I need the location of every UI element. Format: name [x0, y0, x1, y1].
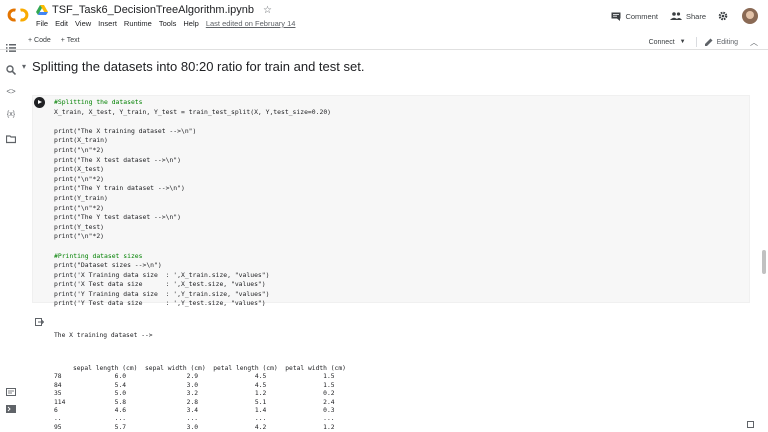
chevron-up-icon[interactable]: ︿	[750, 37, 758, 48]
people-icon	[669, 12, 682, 20]
toolbar-divider	[695, 37, 697, 47]
menu-tools[interactable]: Tools	[159, 19, 177, 28]
gear-icon	[718, 11, 728, 21]
variables-icon[interactable]: {x}	[6, 110, 16, 120]
menu-help[interactable]: Help	[183, 19, 198, 28]
connect-label: Connect	[648, 38, 675, 46]
left-sidebar: <> {x}	[0, 34, 22, 432]
table-row: 6 4.6 3.4 1.4 0.3	[54, 407, 335, 415]
avatar[interactable]	[742, 8, 758, 24]
comment-icon	[611, 12, 621, 21]
settings-button[interactable]	[718, 11, 732, 21]
run-cell-button[interactable]	[34, 97, 45, 108]
output-arrow-icon[interactable]	[35, 318, 44, 326]
code-line: print(X_test)	[54, 165, 105, 174]
add-code-button[interactable]: + Code	[28, 37, 51, 44]
code-line: #Printing dataset sizes	[54, 251, 143, 260]
chevron-down-icon: ▼	[679, 39, 686, 45]
code-line: print("Dataset sizes -->\n")	[54, 261, 162, 270]
folder-icon[interactable]	[6, 134, 16, 144]
output-table-header: sepal length (cm) sepal width (cm) petal…	[54, 365, 346, 373]
menu-file[interactable]: File	[36, 19, 48, 28]
menu-edit[interactable]: Edit	[55, 19, 68, 28]
code-editor[interactable]: #Splitting the datasets X_train, X_test, …	[54, 98, 331, 309]
last-edited-link[interactable]: Last edited on February 14	[206, 19, 296, 28]
table-row: 78 6.0 2.9 4.5 1.5	[54, 373, 335, 381]
code-line: #Splitting the datasets	[54, 98, 143, 106]
section-heading-text: Splitting the datasets into 80:20 ratio …	[32, 59, 365, 74]
header-actions: Comment Share	[599, 8, 758, 24]
code-line: X_train, X_test, Y_train, Y_test = train…	[54, 107, 332, 116]
app-header: TSF_Task6_DecisionTreeAlgorithm.ipynb ☆ …	[0, 0, 768, 34]
editing-mode-button[interactable]: Editing	[704, 38, 738, 46]
runtime-controls: Connect ▼ Editing	[649, 37, 738, 47]
code-line: print('X Test data size : ',X_test.size,…	[54, 280, 266, 289]
table-row: 114 5.8 2.8 5.1 2.4	[54, 398, 335, 406]
comment-label: Comment	[625, 11, 658, 21]
table-row: 35 5.0 3.2 1.2 0.2	[54, 390, 335, 398]
notebook-title[interactable]: TSF_Task6_DecisionTreeAlgorithm.ipynb	[52, 4, 254, 16]
notebook-title-row: TSF_Task6_DecisionTreeAlgorithm.ipynb ☆	[36, 3, 272, 17]
collapse-caret-icon[interactable]: ▾	[22, 62, 26, 71]
command-palette-icon[interactable]	[6, 405, 16, 413]
output-table: sepal length (cm) sepal width (cm) petal…	[54, 365, 754, 432]
share-button[interactable]: Share	[669, 11, 706, 21]
notebook-toolbar: + Code + Text Connect ▼ Editing ︿	[0, 34, 768, 50]
section-heading[interactable]: ▾ Splitting the datasets into 80:20 rati…	[22, 59, 364, 74]
comment-button[interactable]: Comment	[611, 12, 658, 21]
table-row: 84 5.4 3.0 4.5 1.5	[54, 381, 335, 389]
menu-bar: File Edit View Insert Runtime Tools Help…	[36, 19, 295, 28]
code-line: print("\n"*2)	[54, 174, 105, 183]
notebook-content: ▾ Splitting the datasets into 80:20 rati…	[22, 51, 760, 432]
menu-insert[interactable]: Insert	[98, 19, 117, 28]
code-line: print('X Training data size : ',X_train.…	[54, 270, 270, 279]
insert-controls: + Code + Text	[28, 37, 90, 44]
cell-output: The X training dataset --> sepal length …	[54, 315, 754, 432]
menu-view[interactable]: View	[75, 19, 91, 28]
terminal-icon[interactable]	[6, 388, 16, 396]
add-text-button[interactable]: + Text	[61, 37, 80, 44]
output-title: The X training dataset -->	[54, 331, 153, 339]
share-label: Share	[685, 11, 706, 21]
code-line: print("\n"*2)	[54, 145, 105, 154]
search-icon[interactable]	[6, 65, 16, 75]
code-line: print(Y_train)	[54, 193, 108, 202]
code-line: print(Y_test)	[54, 222, 105, 231]
table-of-contents-icon[interactable]	[6, 43, 16, 53]
code-line: print("The X training dataset -->\n")	[54, 126, 197, 135]
expand-box-icon[interactable]	[747, 421, 754, 428]
drive-icon[interactable]	[36, 5, 48, 15]
code-line: print("\n"*2)	[54, 232, 105, 241]
scrollbar-thumb[interactable]	[762, 250, 766, 274]
code-line: print("The X test dataset -->\n")	[54, 155, 181, 164]
code-snippets-icon[interactable]: <>	[6, 87, 16, 97]
code-line: print('Y Test data size : ',Y_test.size,…	[54, 299, 266, 308]
colab-logo-icon[interactable]	[6, 7, 30, 23]
connect-button[interactable]: Connect ▼	[649, 39, 686, 46]
pencil-icon	[704, 38, 713, 46]
code-line: print("\n"*2)	[54, 203, 105, 212]
menu-runtime[interactable]: Runtime	[124, 19, 152, 28]
table-row: .. ... ... ... ...	[54, 415, 335, 423]
code-line: print("The Y test dataset -->\n")	[54, 213, 181, 222]
table-row: 95 5.7 3.0 4.2 1.2	[54, 423, 335, 431]
code-line: print(X_train)	[54, 136, 108, 145]
editing-label: Editing	[716, 38, 738, 46]
code-line: print("The Y train dataset -->\n")	[54, 184, 185, 193]
code-line: print('Y Training data size : ',Y_train.…	[54, 289, 270, 298]
star-icon[interactable]: ☆	[263, 5, 272, 16]
